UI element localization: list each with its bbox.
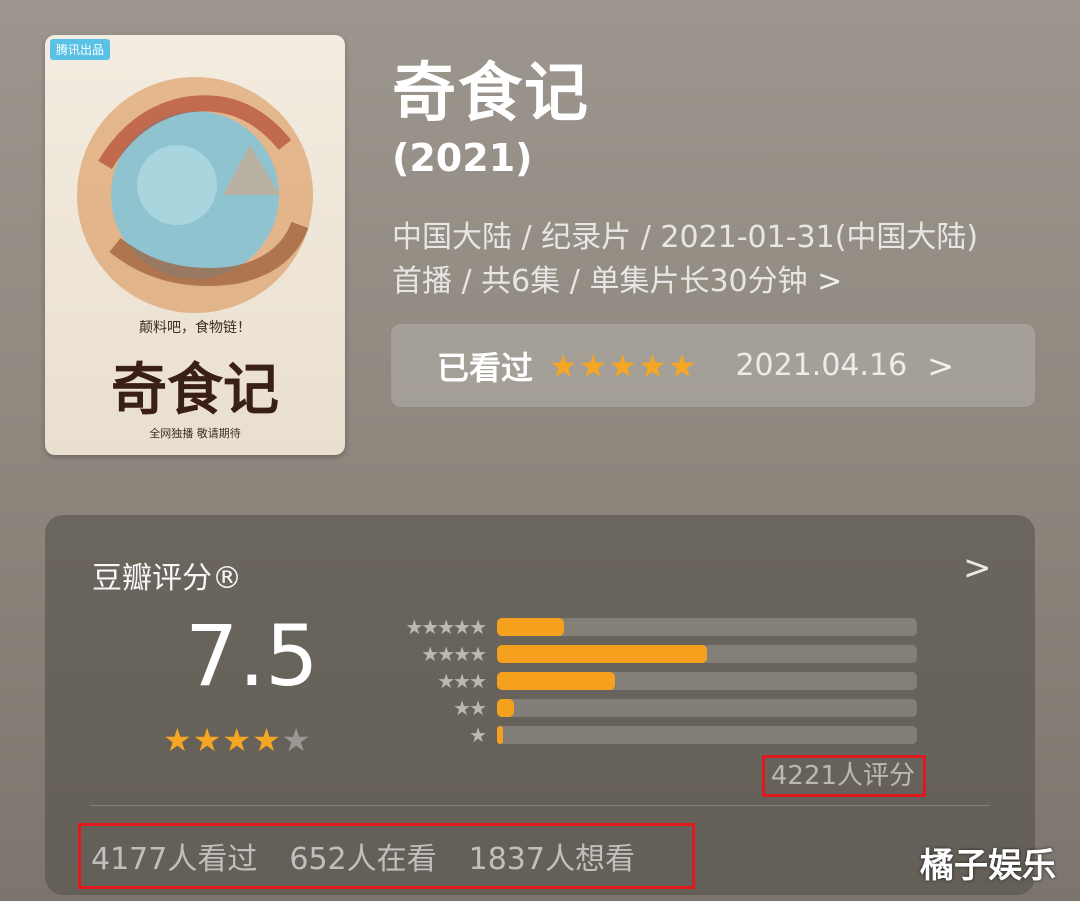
star-filled-icon: ★	[638, 346, 668, 385]
watched-date: 2021.04.16	[735, 348, 908, 383]
distribution-bar-fill	[497, 671, 615, 690]
stat-watched[interactable]: 4177人看过	[91, 834, 257, 878]
distribution-row: ★★★★	[375, 640, 917, 667]
star-filled-icon: ★	[549, 346, 579, 385]
distribution-row: ★★★	[375, 667, 917, 694]
star-filled-icon: ★	[667, 346, 698, 385]
rating-title: 豆瓣评分®	[92, 561, 242, 596]
distribution-stars-icon: ★★★★★	[405, 614, 487, 639]
meta-line-1: 中国大陆 / 纪录片 / 2021-01-31(中国大陆)	[392, 220, 979, 255]
distribution-bar-fill	[497, 698, 514, 717]
rating-distribution: ★★★★★ ★★★★ ★★★ ★★ ★	[375, 613, 917, 748]
stat-wish[interactable]: 1837人想看	[469, 834, 635, 878]
distribution-row: ★★★★★	[375, 613, 917, 640]
star-filled-icon: ★	[252, 721, 282, 759]
poster-subtitle: 全网独播 敬请期待	[149, 427, 241, 440]
distribution-bar-track	[497, 725, 917, 744]
my-rating-stars: ★ ★ ★ ★ ★	[549, 347, 697, 385]
distribution-stars-icon: ★★★★	[421, 641, 487, 666]
watermark: 橘子娱乐	[920, 846, 1056, 886]
watched-label: 已看过	[437, 348, 534, 387]
rating-chevron-icon[interactable]: >	[963, 548, 992, 588]
poster-illustration	[77, 77, 313, 313]
star-filled-icon: ★	[578, 346, 609, 385]
movie-meta[interactable]: 中国大陆 / 纪录片 / 2021-01-31(中国大陆) 首播 / 共6集 /…	[392, 216, 1042, 304]
distribution-bar-fill	[497, 725, 504, 744]
divider	[90, 805, 990, 806]
distribution-row: ★	[375, 721, 917, 748]
chevron-right-icon: >	[927, 346, 955, 385]
distribution-stars-icon: ★★	[453, 695, 487, 720]
rating-card: 豆瓣评分® > 7.5 ★ ★ ★ ★ ★ ★★★★★ ★★★★ ★★★ ★★ ★ 4221人评…	[45, 515, 1035, 895]
distribution-stars-icon: ★★★	[437, 668, 487, 693]
distribution-bar-track	[497, 671, 917, 690]
chevron-right-icon: >	[817, 264, 843, 299]
poster-slogan: 颠料吧，食物链！	[139, 320, 251, 336]
poster-title-art: 奇食记	[111, 357, 279, 423]
distribution-bar-track	[497, 644, 917, 663]
star-filled-icon: ★	[608, 346, 639, 385]
distribution-bar-track	[497, 617, 917, 636]
score-stars: ★ ★ ★ ★ ★	[163, 721, 311, 759]
star-filled-icon: ★	[163, 721, 193, 759]
movie-year: (2021)	[392, 136, 533, 180]
distribution-stars-icon: ★	[469, 722, 487, 747]
poster-image[interactable]: 腾讯出品 颠料吧，食物链！ 奇食记 全网独播 敬请期待	[45, 35, 345, 455]
distribution-bar-track	[497, 698, 917, 717]
meta-line-2: 首播 / 共6集 / 单集片长30分钟 >	[392, 260, 1042, 304]
distribution-bar-fill	[497, 617, 565, 636]
star-filled-icon: ★	[192, 721, 223, 759]
audience-stats: 4177人看过 652人在看 1837人想看	[78, 823, 695, 889]
meta-line-2-text: 首播 / 共6集 / 单集片长30分钟	[392, 264, 808, 299]
distribution-row: ★★	[375, 694, 917, 721]
movie-title: 奇食记	[392, 57, 590, 131]
rating-score: 7.5	[185, 607, 319, 705]
star-empty-icon: ★	[281, 721, 312, 759]
distribution-bar-fill	[497, 644, 707, 663]
watched-status-bar[interactable]: 已看过 ★ ★ ★ ★ ★ 2021.04.16 >	[391, 324, 1035, 407]
raters-count[interactable]: 4221人评分	[762, 755, 926, 797]
star-filled-icon: ★	[222, 721, 253, 759]
stat-watching[interactable]: 652人在看	[289, 834, 436, 878]
